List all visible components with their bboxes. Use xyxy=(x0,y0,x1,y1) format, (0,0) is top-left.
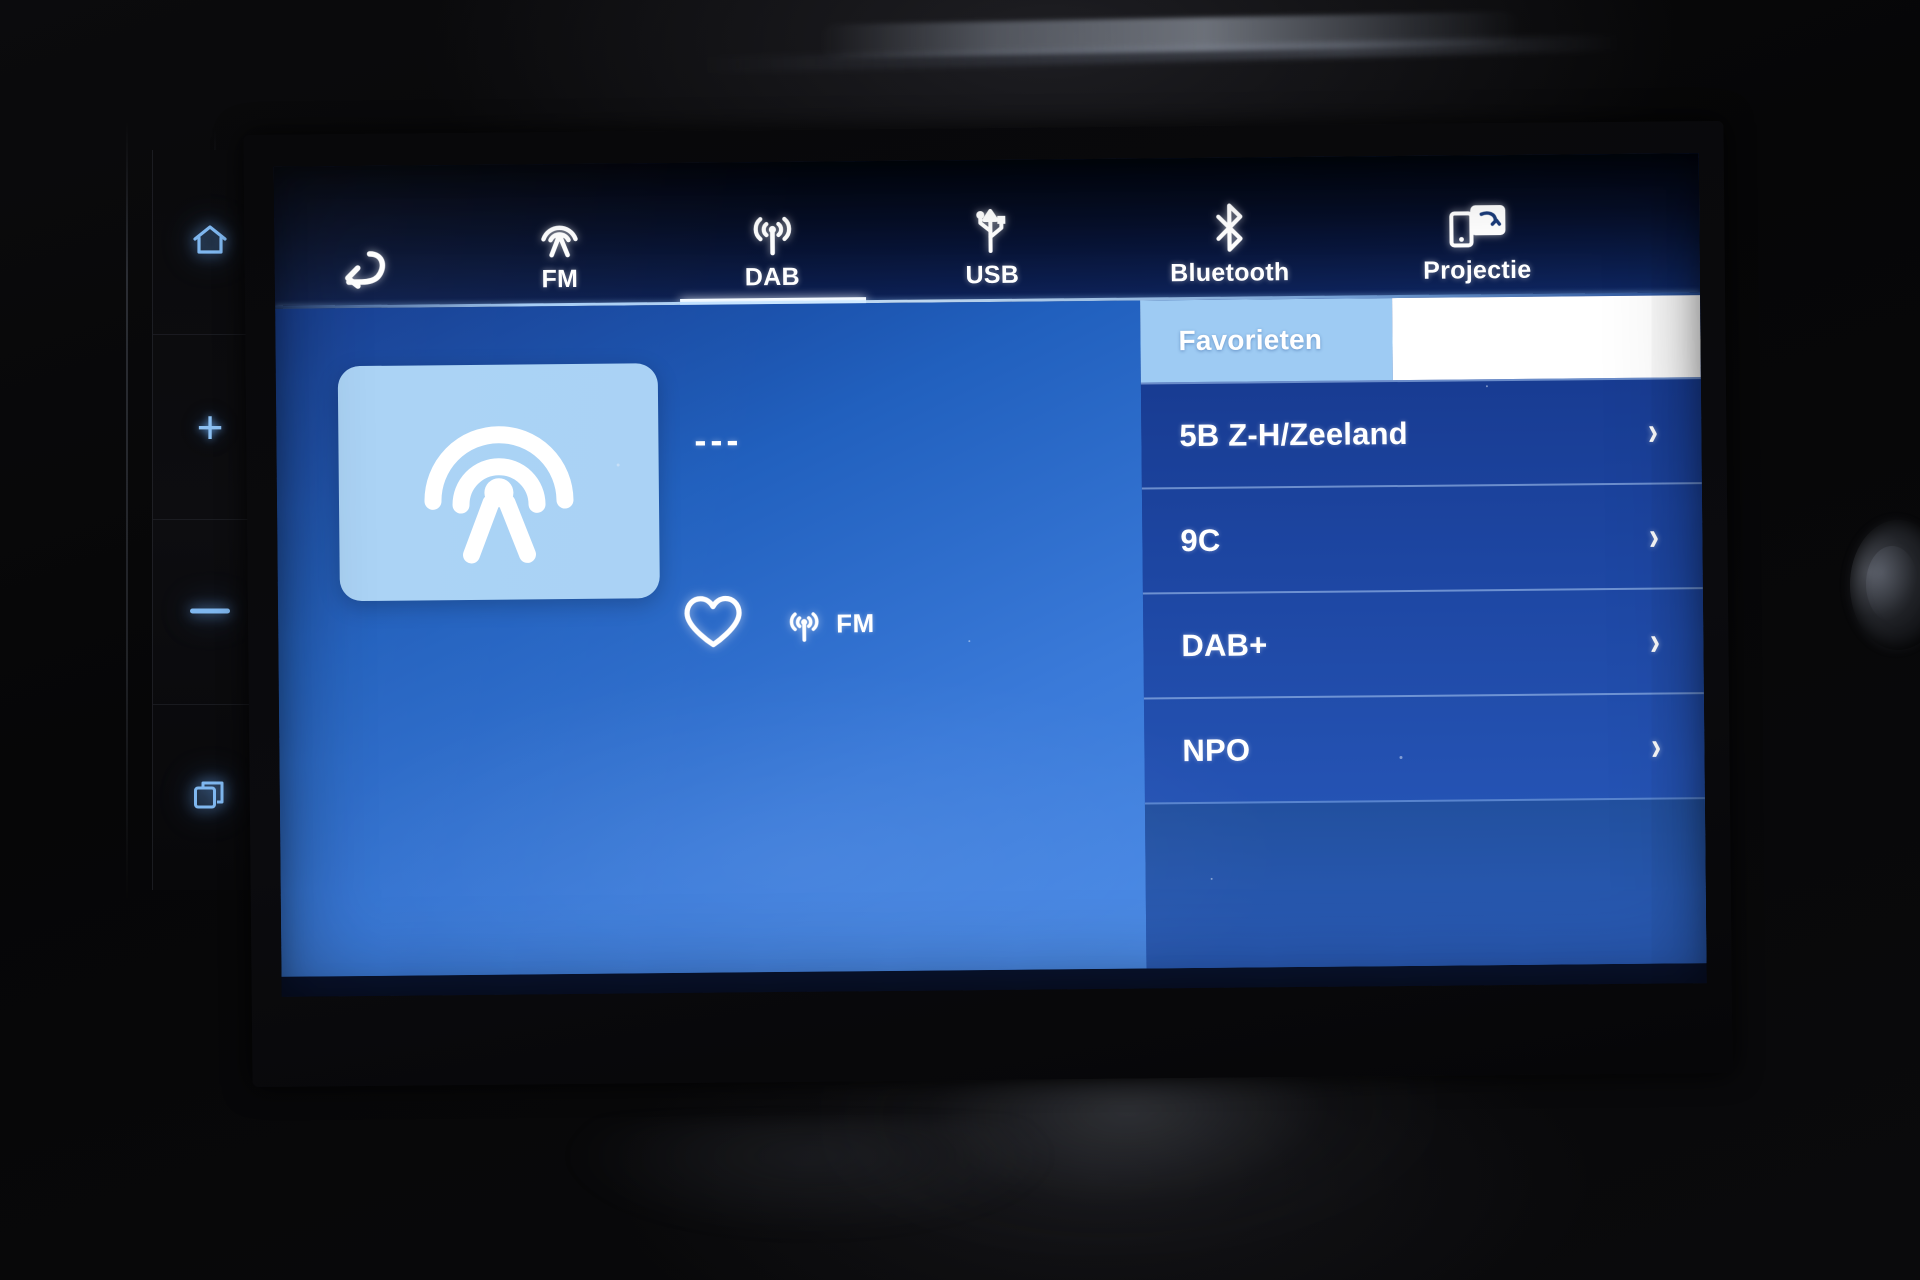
chevron-right-icon: › xyxy=(1648,514,1659,559)
home-icon xyxy=(190,222,230,263)
list-item[interactable]: 5B Z-H/Zeeland › xyxy=(1140,377,1702,488)
list-item-label: NPO xyxy=(1182,731,1251,768)
list-tab-row: Favorieten xyxy=(1140,295,1701,383)
now-playing-meta-row: FM xyxy=(682,593,875,656)
station-artwork-card[interactable] xyxy=(337,363,660,602)
chevron-right-icon: › xyxy=(1649,619,1660,664)
list-item[interactable]: DAB+ › xyxy=(1142,587,1704,698)
chevron-right-icon: › xyxy=(1650,724,1661,769)
rotary-knob[interactable] xyxy=(1850,520,1920,650)
source-tab-bar: FM DAB USB Bluetooth Projectie xyxy=(273,153,1701,307)
antenna-waves-icon xyxy=(782,605,826,643)
dash-gloss-reflection-2 xyxy=(560,1120,1060,1240)
tab-bluetooth-label: Bluetooth xyxy=(1170,258,1290,288)
tab-bluetooth[interactable]: Bluetooth xyxy=(1104,156,1355,298)
tab-fm-label: FM xyxy=(541,264,579,294)
list-item-label: 9C xyxy=(1180,522,1221,558)
tab-favorieten[interactable]: Favorieten xyxy=(1140,298,1393,383)
tab-favorieten-label: Favorieten xyxy=(1178,323,1323,357)
touchscreen-display[interactable]: FM DAB USB Bluetooth Projectie --- FM Fa… xyxy=(273,153,1707,997)
band-indicator: FM xyxy=(782,605,875,644)
tab-fm[interactable]: FM xyxy=(454,163,665,305)
tab-dab[interactable]: DAB xyxy=(664,161,880,306)
screen-mirror-icon xyxy=(1448,198,1506,251)
station-list-panel: Favorieten 5B Z-H/Zeeland › 9C › DAB+ › … xyxy=(1140,295,1707,969)
tab-usb[interactable]: USB xyxy=(879,159,1105,301)
station-name: --- xyxy=(694,419,743,461)
list-item[interactable]: 9C › xyxy=(1141,482,1703,593)
infotainment-ui: FM DAB USB Bluetooth Projectie --- FM Fa… xyxy=(273,153,1707,977)
display-bezel: FM DAB USB Bluetooth Projectie --- FM Fa… xyxy=(243,120,1733,1088)
dashboard-photo: + FM DAB USB Bluetooth Projectie --- FM … xyxy=(0,0,1920,1280)
list-item-label: DAB+ xyxy=(1181,626,1268,663)
windows-icon xyxy=(192,777,228,818)
antenna-waves-icon xyxy=(743,205,801,258)
back-arrow-icon xyxy=(339,238,389,290)
back-button[interactable] xyxy=(274,165,455,307)
list-empty-area xyxy=(1144,797,1707,969)
plus-icon: + xyxy=(196,401,224,453)
band-label: FM xyxy=(836,608,875,639)
tab-projectie[interactable]: Projectie xyxy=(1354,154,1600,296)
bezel-trim-line-left xyxy=(126,120,128,900)
tab-projectie-label: Projectie xyxy=(1423,255,1532,285)
tab-dab-label: DAB xyxy=(744,262,801,292)
list-item-label: 5B Z-H/Zeeland xyxy=(1179,415,1408,453)
bluetooth-icon xyxy=(1212,201,1246,253)
radio-tower-icon xyxy=(410,395,588,569)
tab-usb-label: USB xyxy=(965,260,1020,290)
usb-icon xyxy=(970,203,1014,255)
list-item[interactable]: NPO › xyxy=(1143,692,1705,803)
radio-tower-icon xyxy=(533,207,585,259)
chevron-right-icon: › xyxy=(1647,409,1658,454)
minus-icon xyxy=(189,603,231,621)
now-playing-panel: --- FM xyxy=(275,300,1147,977)
heart-outline-icon[interactable] xyxy=(682,594,745,656)
tab-secondary[interactable] xyxy=(1392,295,1701,381)
